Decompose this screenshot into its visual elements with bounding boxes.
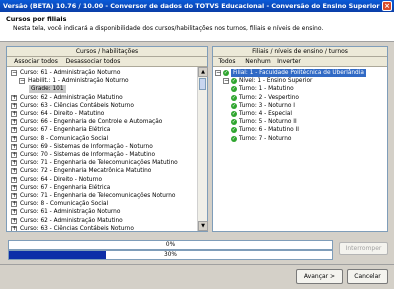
tree-item-label: Filial: 1 - Faculdade Politécnica de Ube… (231, 69, 366, 77)
next-button[interactable]: Avançar > (296, 269, 343, 284)
tree-item-label: Curso: 8 - Comunicação Social (20, 201, 109, 208)
tree-item-label: Grade: 101 (29, 85, 66, 94)
scroll-up-icon[interactable]: ▲ (198, 67, 208, 77)
tree-item-label: Turno: 3 - Noturno I (239, 102, 295, 109)
progress-bar-step: 30% (8, 250, 333, 260)
expand-icon[interactable]: + (11, 184, 17, 191)
tree-item-label: Turno: 4 - Especial (239, 111, 292, 117)
tree-item-label: Curso: 64 - Direito - Matutino (20, 111, 105, 117)
collapse-icon[interactable]: − (19, 78, 25, 85)
tree-item-label: Nível: 1 - Ensino Superior (239, 78, 313, 85)
tree-item-label: Curso: 71 - Engenharia de Telecomunicaçõ… (20, 160, 178, 167)
scroll-down-icon[interactable]: ▼ (198, 221, 208, 231)
branches-panel-heading: Filiais / níveis de ensino / turnos (213, 47, 387, 57)
courses-toolbar: Associar todos Desassociar todos (7, 57, 207, 67)
tree-item-label: Turno: 6 - Matutino II (239, 127, 299, 134)
collapse-icon[interactable]: − (11, 70, 17, 76)
expand-icon[interactable]: + (11, 111, 17, 117)
tree-item-label: Curso: 62 - Administração Matutino (20, 217, 123, 224)
check-icon[interactable]: ✓ (231, 102, 237, 109)
expand-icon[interactable]: + (11, 94, 17, 101)
expand-icon[interactable]: + (11, 127, 17, 134)
tree-item-label: Curso: 63 - Ciências Contábeis Noturno (20, 102, 134, 109)
expand-icon[interactable]: + (11, 168, 17, 175)
scroll-thumb[interactable] (199, 78, 206, 90)
progress-bar-total: 0% (8, 240, 333, 250)
cancel-button[interactable]: Cancelar (347, 269, 388, 284)
expand-icon[interactable]: + (11, 119, 17, 126)
page-title: Cursos por filiais (6, 15, 67, 23)
page-description: Nesta tela, você indicará a disponibilid… (13, 25, 324, 32)
select-all-button[interactable]: Todos (215, 57, 239, 67)
expand-icon[interactable]: + (11, 176, 17, 183)
branches-panel: Filiais / níveis de ensino / turnos Todo… (212, 46, 388, 232)
courses-tree[interactable]: − Curso: 61 - Administração Noturno − Habil… (7, 67, 197, 231)
tree-item-label: Curso: 62 - Administração Matutino (20, 94, 123, 101)
close-icon[interactable]: × (382, 1, 392, 11)
courses-panel-heading: Cursos / habilitações (7, 47, 207, 57)
check-icon[interactable]: ✓ (231, 78, 237, 85)
tree-item-label: Curso: 63 - Ciências Contábeis Noturno (20, 225, 134, 231)
check-icon[interactable]: ✓ (231, 127, 237, 134)
branches-toolbar: Todos Nenhum Inverter (213, 57, 387, 67)
expand-icon[interactable]: + (11, 102, 17, 109)
expand-icon[interactable]: + (11, 201, 17, 208)
courses-scrollbar[interactable]: ▲ ▼ (197, 67, 208, 231)
expand-icon[interactable]: + (11, 217, 17, 224)
tree-item-label: Curso: 66 - Engenharia de Controle e Aut… (20, 119, 163, 126)
window-title: Versão (BETA) 10.76 / 10.00 - Conversor … (3, 2, 380, 10)
interrupt-button[interactable]: Interromper (339, 242, 388, 255)
page-header: Cursos por filiais Nesta tela, você indi… (0, 12, 394, 42)
tree-item-label: Habilit.: 1 - Administração Noturno (28, 78, 129, 85)
expand-icon[interactable]: + (11, 225, 17, 231)
branches-tree[interactable]: − ✓ Filial: 1 - Faculdade Politécnica de U… (213, 67, 387, 231)
progress-text-step: 30% (164, 252, 177, 258)
tree-item-label: Turno: 5 - Noturno II (239, 119, 297, 126)
tree-item-label: Turno: 7 - Noturno (239, 135, 292, 142)
check-icon[interactable]: ✓ (231, 135, 237, 142)
tree-item-label: Curso: 64 - Direito - Noturno (20, 176, 103, 183)
footer-divider (0, 264, 394, 265)
tree-item-label: Curso: 8 - Comunicação Social (20, 135, 109, 142)
tree-item-label: Curso: 72 - Engenharia Mecatrônica Matut… (20, 168, 152, 175)
expand-icon[interactable]: + (11, 135, 17, 142)
check-icon[interactable]: ✓ (231, 86, 237, 93)
tree-item-label: Curso: 71 - Engenharia de Telecomunicaçõ… (20, 193, 176, 199)
courses-panel: Cursos / habilitações Associar todos Des… (6, 46, 208, 232)
expand-icon[interactable]: + (11, 143, 17, 150)
check-icon[interactable]: ✓ (231, 94, 237, 101)
collapse-icon[interactable]: − (215, 70, 221, 76)
check-icon[interactable]: ✓ (231, 111, 237, 117)
select-none-button[interactable]: Nenhum (245, 57, 271, 67)
tree-item-label: Turno: 2 - Vespertino (239, 94, 299, 101)
tree-item-label: Curso: 69 - Sistemas de Informação - Not… (20, 143, 153, 150)
progress-text-total: 0% (165, 242, 176, 248)
associate-all-button[interactable]: Associar todos (11, 57, 61, 67)
tree-item-label: Curso: 67 - Engenharia Elétrica (20, 127, 111, 134)
expand-icon[interactable]: + (11, 152, 17, 158)
window-titlebar: Versão (BETA) 10.76 / 10.00 - Conversor … (0, 0, 394, 12)
tree-item-label: Curso: 67 - Engenharia Elétrica (20, 184, 111, 191)
tree-item-label: Curso: 70 - Sistemas de Informação - Mat… (20, 152, 156, 158)
tree-item-label: Curso: 61 - Administração Noturno (20, 70, 121, 76)
invert-button[interactable]: Inverter (275, 57, 303, 67)
check-icon[interactable]: ✓ (223, 70, 229, 76)
check-icon[interactable]: ✓ (231, 119, 237, 126)
tree-item-label: Curso: 61 - Administração Noturno (20, 209, 121, 216)
expand-icon[interactable]: + (11, 193, 17, 199)
expand-icon[interactable]: + (11, 160, 17, 167)
collapse-icon[interactable]: − (223, 78, 229, 85)
tree-item-label: Turno: 1 - Matutino (239, 86, 294, 93)
expand-icon[interactable]: + (11, 209, 17, 216)
dissociate-all-button[interactable]: Desassociar todos (63, 57, 123, 67)
